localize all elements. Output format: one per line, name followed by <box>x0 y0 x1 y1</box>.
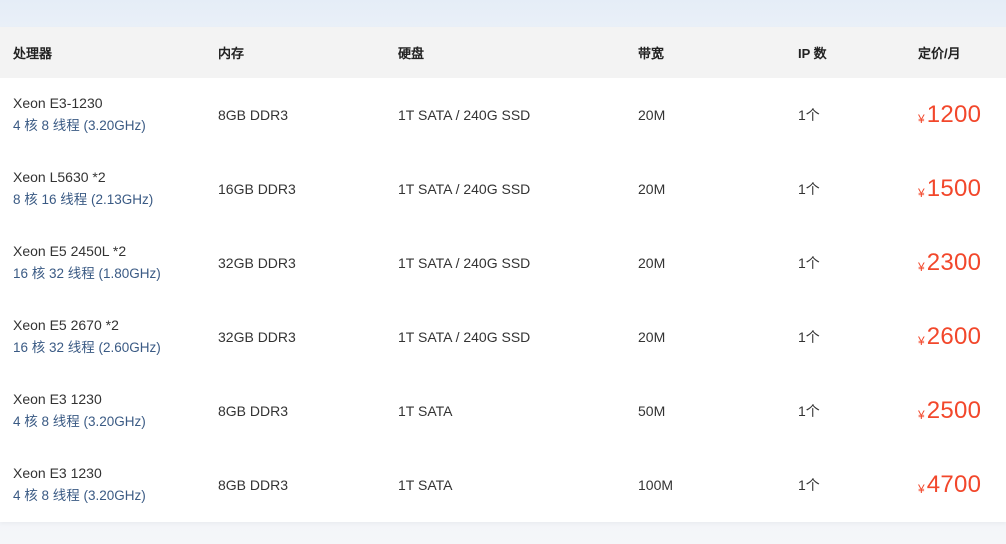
header-ip-count: IP 数 <box>798 46 827 61</box>
cpu-cell: Xeon E3 1230 4 核 8 线程 (3.20GHz) <box>13 448 146 522</box>
cpu-cell: Xeon L5630 *2 8 核 16 线程 (2.13GHz) <box>13 152 153 226</box>
cpu-cell: Xeon E5 2670 *2 16 核 32 线程 (2.60GHz) <box>13 300 161 374</box>
ip-count-cell: 1个 <box>798 477 820 493</box>
disk-cell: 1T SATA <box>398 403 453 419</box>
price-amount: 1200 <box>926 101 982 128</box>
page: 处理器 内存 硬盘 带宽 IP 数 定价/月 Xeon E3-1230 4 核 … <box>0 0 1006 544</box>
server-pricing-table: 处理器 内存 硬盘 带宽 IP 数 定价/月 Xeon E3-1230 4 核 … <box>0 27 1006 522</box>
table-row: Xeon E3 1230 4 核 8 线程 (3.20GHz) 8GB DDR3… <box>0 374 1006 448</box>
ip-count-cell: 1个 <box>798 329 820 345</box>
price-cell: ¥ 1500 <box>918 152 981 226</box>
price-amount: 1500 <box>926 175 982 202</box>
bandwidth-cell: 20M <box>638 107 666 123</box>
bandwidth-cell: 20M <box>638 181 666 197</box>
bandwidth-cell: 20M <box>638 255 666 271</box>
table-row: Xeon E5 2670 *2 16 核 32 线程 (2.60GHz) 32G… <box>0 300 1006 374</box>
price-amount: 2300 <box>926 249 982 276</box>
price-cell: ¥ 1200 <box>918 78 981 152</box>
table-row: Xeon E3 1230 4 核 8 线程 (3.20GHz) 8GB DDR3… <box>0 448 1006 522</box>
cpu-name: Xeon E3 1230 <box>13 390 102 407</box>
table-row: Xeon L5630 *2 8 核 16 线程 (2.13GHz) 16GB D… <box>0 152 1006 226</box>
currency-symbol: ¥ <box>918 333 925 348</box>
header-disk: 硬盘 <box>398 46 425 61</box>
memory-cell: 32GB DDR3 <box>218 255 296 271</box>
cpu-name: Xeon E3 1230 <box>13 464 102 481</box>
table-row: Xeon E3-1230 4 核 8 线程 (3.20GHz) 8GB DDR3… <box>0 78 1006 152</box>
cpu-cell: Xeon E3-1230 4 核 8 线程 (3.20GHz) <box>13 78 146 152</box>
header-memory: 内存 <box>218 46 245 61</box>
header-bandwidth: 带宽 <box>638 46 665 61</box>
disk-cell: 1T SATA / 240G SSD <box>398 329 531 345</box>
cpu-name: Xeon E5 2450L *2 <box>13 242 127 259</box>
table-body: Xeon E3-1230 4 核 8 线程 (3.20GHz) 8GB DDR3… <box>0 78 1006 522</box>
cpu-spec: 4 核 8 线程 (3.20GHz) <box>13 413 146 429</box>
price-cell: ¥ 2600 <box>918 300 981 374</box>
ip-count-cell: 1个 <box>798 107 820 123</box>
price-amount: 4700 <box>926 471 982 498</box>
price-amount: 2500 <box>926 397 982 424</box>
table-header: 处理器 内存 硬盘 带宽 IP 数 定价/月 <box>0 27 1006 78</box>
price-amount: 2600 <box>926 323 982 350</box>
currency-symbol: ¥ <box>918 185 925 200</box>
memory-cell: 32GB DDR3 <box>218 329 296 345</box>
cpu-spec: 8 核 16 线程 (2.13GHz) <box>13 191 154 207</box>
currency-symbol: ¥ <box>918 259 925 274</box>
price-cell: ¥ 2500 <box>918 374 981 448</box>
disk-cell: 1T SATA / 240G SSD <box>398 181 531 197</box>
header-price: 定价/月 <box>918 46 961 61</box>
bandwidth-cell: 50M <box>638 403 666 419</box>
table-row: Xeon E5 2450L *2 16 核 32 线程 (1.80GHz) 32… <box>0 226 1006 300</box>
disk-cell: 1T SATA / 240G SSD <box>398 107 531 123</box>
price-cell: ¥ 4700 <box>918 448 981 522</box>
ip-count-cell: 1个 <box>798 181 820 197</box>
cpu-spec: 16 核 32 线程 (2.60GHz) <box>13 339 161 355</box>
memory-cell: 8GB DDR3 <box>218 107 289 123</box>
disk-cell: 1T SATA <box>398 477 453 493</box>
price-cell: ¥ 2300 <box>918 226 981 300</box>
cpu-spec: 4 核 8 线程 (3.20GHz) <box>13 487 146 503</box>
ip-count-cell: 1个 <box>798 255 820 271</box>
ip-count-cell: 1个 <box>798 403 820 419</box>
cpu-name: Xeon E3-1230 <box>13 94 103 111</box>
memory-cell: 8GB DDR3 <box>218 477 289 493</box>
bandwidth-cell: 100M <box>638 477 674 493</box>
currency-symbol: ¥ <box>918 481 925 496</box>
cpu-name: Xeon L5630 *2 <box>13 168 106 185</box>
memory-cell: 16GB DDR3 <box>218 181 296 197</box>
memory-cell: 8GB DDR3 <box>218 403 289 419</box>
disk-cell: 1T SATA / 240G SSD <box>398 255 531 271</box>
cpu-cell: Xeon E3 1230 4 核 8 线程 (3.20GHz) <box>13 374 146 448</box>
bandwidth-cell: 20M <box>638 329 666 345</box>
currency-symbol: ¥ <box>918 407 925 422</box>
header-cpu: 处理器 <box>13 46 53 61</box>
currency-symbol: ¥ <box>918 111 925 126</box>
cpu-name: Xeon E5 2670 *2 <box>13 316 119 333</box>
cpu-cell: Xeon E5 2450L *2 16 核 32 线程 (1.80GHz) <box>13 226 161 300</box>
cpu-spec: 16 核 32 线程 (1.80GHz) <box>13 265 161 281</box>
cpu-spec: 4 核 8 线程 (3.20GHz) <box>13 117 146 133</box>
